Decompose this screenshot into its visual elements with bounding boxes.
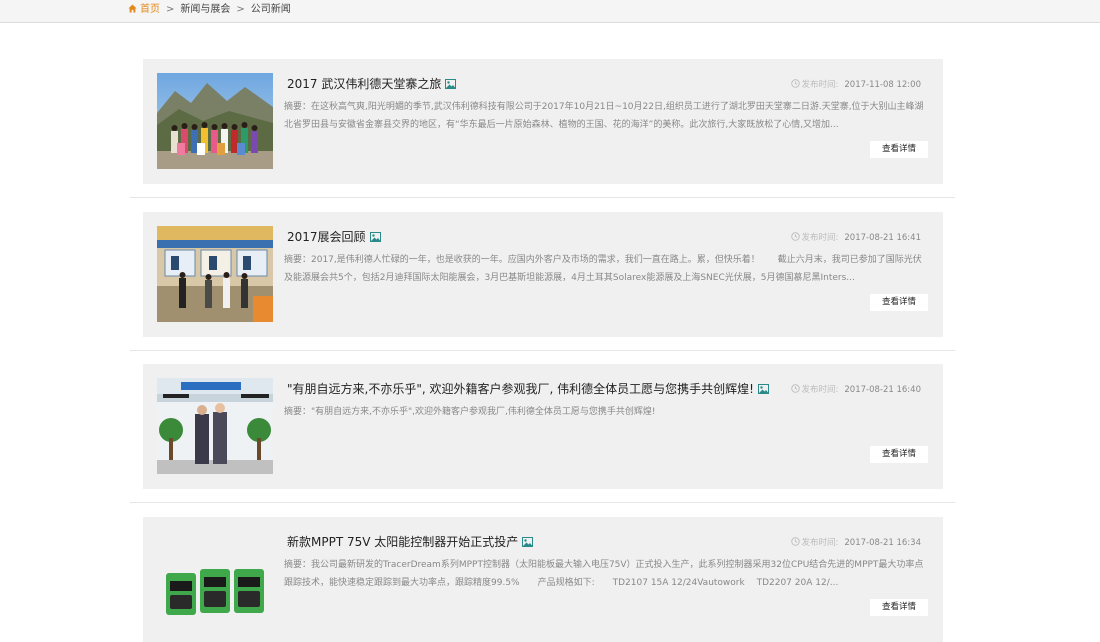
news-summary: 摘要："有朋自远方来,不亦乐乎",欢迎外籍客户参观我厂,伟利德全体员工愿与您携手… xyxy=(284,407,656,417)
publish-date-label: 发布时间: xyxy=(801,233,839,243)
breadcrumb-separator: > xyxy=(236,4,245,15)
news-title-row: 2017 武汉伟利德天堂寨之旅 xyxy=(287,76,457,92)
news-item: 新款MPPT 75V 太阳能控制器开始正式投产 发布时间: 2017-08-21 … xyxy=(143,517,943,642)
breadcrumb-news-expo-link[interactable]: 新闻与展会 xyxy=(180,4,230,15)
divider xyxy=(130,502,955,503)
view-details-button[interactable]: 查看详情 xyxy=(870,446,928,463)
publish-date: 发布时间: 2017-08-21 16:40 xyxy=(790,384,921,396)
news-thumbnail[interactable] xyxy=(157,226,273,322)
news-item: "有朋自远方来,不亦乐乎", 欢迎外籍客户参观我厂, 伟利德全体员工愿与您携手共… xyxy=(143,364,943,489)
divider xyxy=(130,197,955,198)
home-icon xyxy=(128,4,137,13)
publish-date-label: 发布时间: xyxy=(801,385,839,395)
image-icon xyxy=(522,537,534,547)
publish-date-label: 发布时间: xyxy=(801,538,839,548)
view-details-button[interactable]: 查看详情 xyxy=(870,141,928,158)
breadcrumb-separator: > xyxy=(166,4,175,15)
news-title-link[interactable]: "有朋自远方来,不亦乐乎", 欢迎外籍客户参观我厂, 伟利德全体员工愿与您携手共… xyxy=(287,382,754,396)
news-thumbnail[interactable] xyxy=(157,73,273,169)
news-title-row: 新款MPPT 75V 太阳能控制器开始正式投产 xyxy=(287,534,534,550)
publish-date: 发布时间: 2017-11-08 12:00 xyxy=(790,79,921,91)
view-details-button[interactable]: 查看详情 xyxy=(870,599,928,616)
publish-date: 发布时间: 2017-08-21 16:34 xyxy=(790,537,921,549)
image-icon xyxy=(445,79,457,89)
news-summary: 摘要：2017,是伟利德人忙碌的一年，也是收获的一年。应国内外客户及市场的需求，… xyxy=(284,255,922,283)
clock-icon xyxy=(790,384,800,393)
breadcrumb: 首页 > 新闻与展会 > 公司新闻 xyxy=(128,0,291,20)
publish-date-value: 2017-08-21 16:34 xyxy=(844,538,921,548)
view-details-button[interactable]: 查看详情 xyxy=(870,294,928,311)
news-title-row: 2017展会回顾 xyxy=(287,229,381,245)
news-thumbnail[interactable] xyxy=(157,378,273,474)
clock-icon xyxy=(790,232,800,241)
publish-date: 发布时间: 2017-08-21 16:41 xyxy=(790,232,921,244)
image-icon xyxy=(369,232,381,242)
news-summary: 摘要：在这秋高气爽,阳光明媚的季节,武汉伟利德科技有限公司于2017年10月21… xyxy=(284,102,924,130)
breadcrumb-home-link[interactable]: 首页 xyxy=(140,4,160,15)
publish-date-label: 发布时间: xyxy=(801,80,839,90)
mppt-controller-products-icon xyxy=(157,531,273,627)
breadcrumb-bar: 首页 > 新闻与展会 > 公司新闻 xyxy=(0,0,1100,23)
publish-date-value: 2017-08-21 16:41 xyxy=(844,233,921,243)
news-item: 2017展会回顾 发布时间: 2017-08-21 16:41 摘要：2017,是… xyxy=(143,212,943,337)
news-title-row: "有朋自远方来,不亦乐乎", 欢迎外籍客户参观我厂, 伟利德全体员工愿与您携手共… xyxy=(287,381,769,397)
clock-icon xyxy=(790,79,800,88)
group-photo-mountain-icon xyxy=(157,73,273,169)
news-title-link[interactable]: 新款MPPT 75V 太阳能控制器开始正式投产 xyxy=(287,535,518,549)
news-title-link[interactable]: 2017 武汉伟利德天堂寨之旅 xyxy=(287,77,441,91)
exhibition-booth-icon xyxy=(157,226,273,322)
divider xyxy=(130,350,955,351)
news-title-link[interactable]: 2017展会回顾 xyxy=(287,230,366,244)
news-item: 2017 武汉伟利德天堂寨之旅 发布时间: 2017-11-08 12:00 摘要… xyxy=(143,59,943,184)
news-thumbnail[interactable] xyxy=(157,531,273,627)
publish-date-value: 2017-08-21 16:40 xyxy=(844,385,921,395)
news-summary: 摘要：我公司最新研发的TracerDream系列MPPT控制器（太阳能板最大输入… xyxy=(284,560,924,588)
image-icon xyxy=(757,384,769,394)
clock-icon xyxy=(790,537,800,546)
publish-date-value: 2017-11-08 12:00 xyxy=(844,80,921,90)
breadcrumb-current: 公司新闻 xyxy=(250,4,291,15)
customer-visit-icon xyxy=(157,378,273,474)
